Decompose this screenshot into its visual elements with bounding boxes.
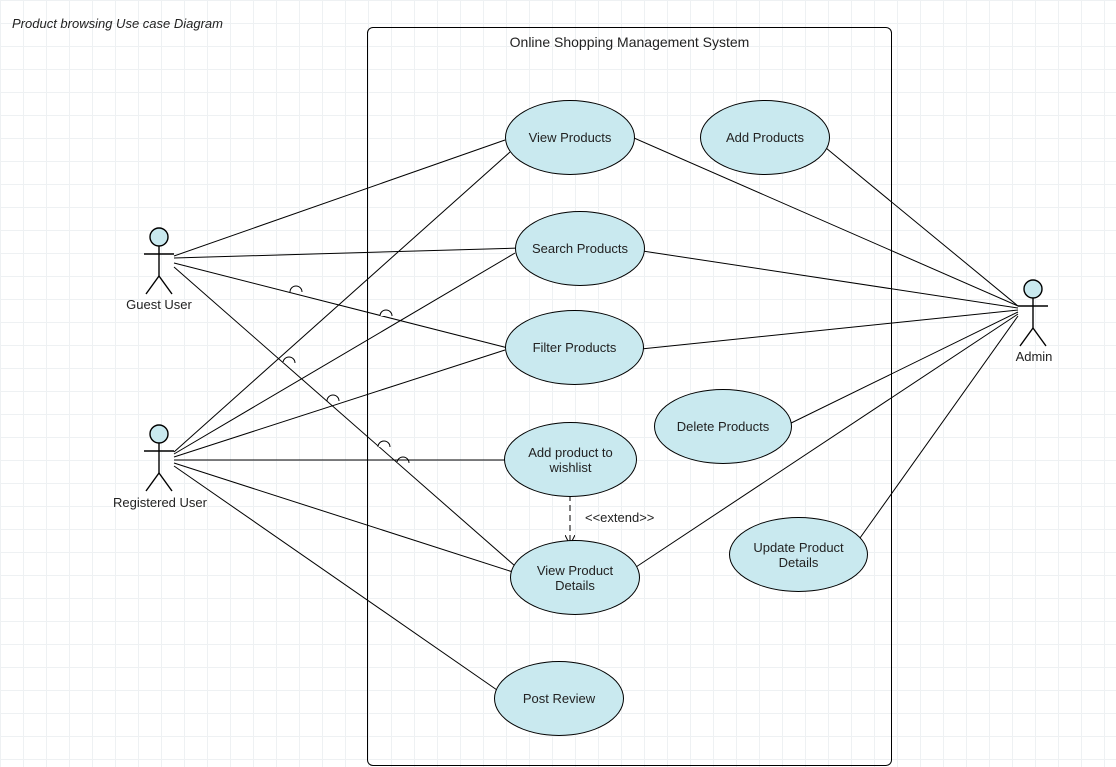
actor-guest-icon	[144, 228, 174, 294]
guest-associations	[174, 140, 523, 573]
extend-label: <<extend>>	[585, 510, 654, 525]
usecase-delete-products: Delete Products	[654, 389, 792, 464]
actor-registered-icon	[144, 425, 174, 491]
usecase-update-details: Update Product Details	[729, 517, 868, 592]
actor-admin-icon	[1018, 280, 1048, 346]
actor-admin-label: Admin	[1012, 349, 1056, 364]
usecase-filter-products: Filter Products	[505, 310, 644, 385]
usecase-post-review: Post Review	[494, 661, 624, 736]
admin-associations	[634, 138, 1018, 567]
usecase-view-details: View Product Details	[510, 540, 640, 615]
usecase-search-products: Search Products	[515, 211, 645, 286]
registered-associations	[174, 152, 516, 699]
usecase-view-products: View Products	[505, 100, 635, 175]
line-jumps	[283, 286, 409, 463]
usecase-add-wishlist: Add product to wishlist	[504, 422, 637, 497]
usecase-add-products: Add Products	[700, 100, 830, 175]
actor-registered-label: Registered User	[108, 495, 212, 510]
actor-guest-label: Guest User	[124, 297, 194, 312]
